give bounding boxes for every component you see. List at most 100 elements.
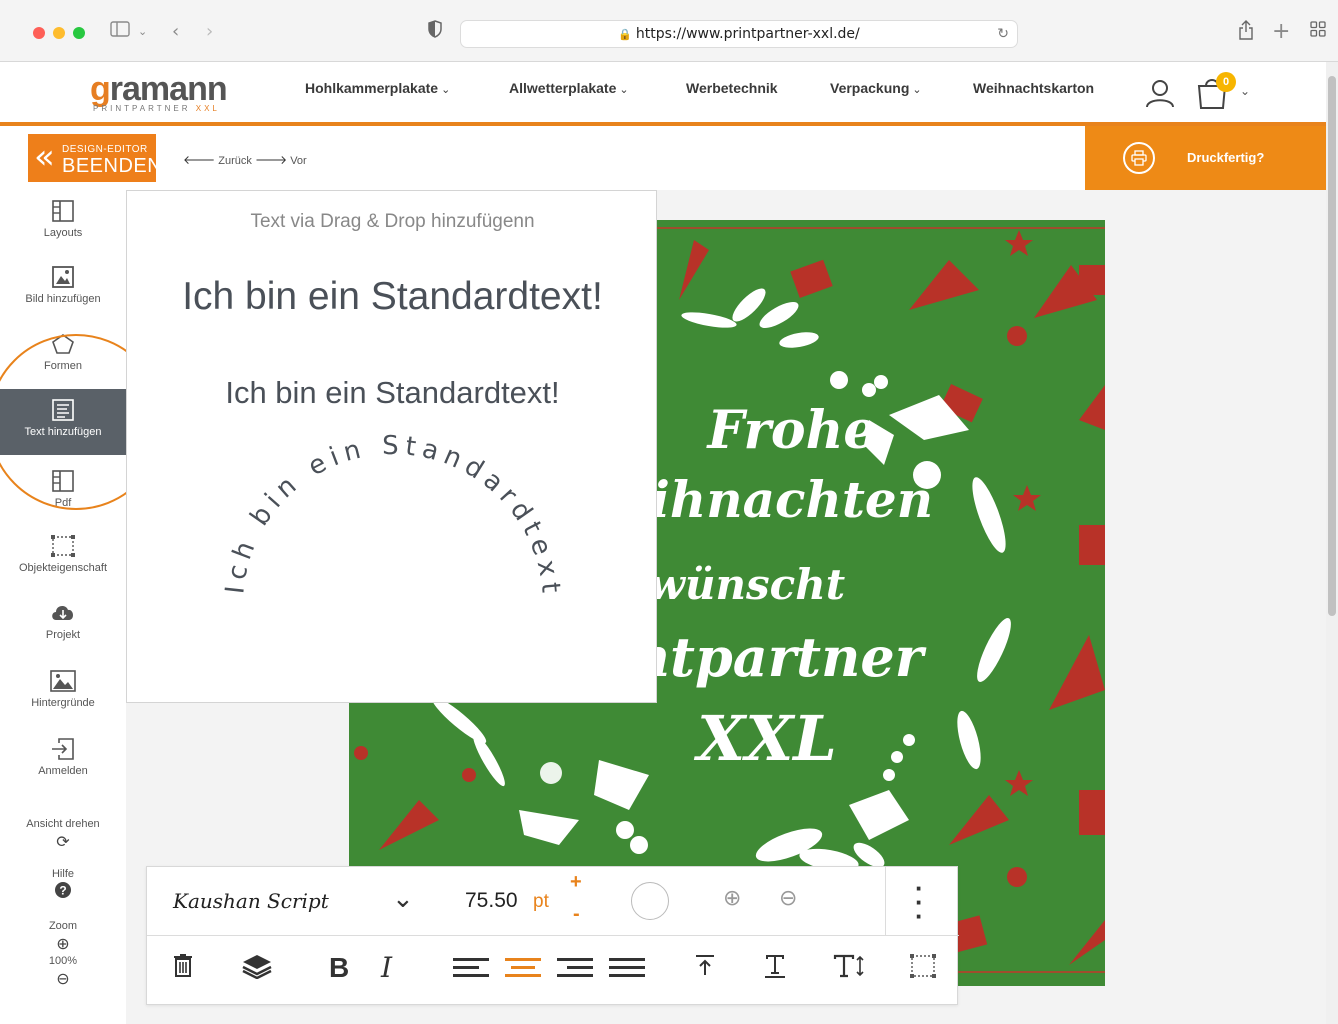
minimize-window-button[interactable]	[53, 27, 65, 39]
font-size-increase-button[interactable]: +	[570, 871, 582, 894]
sidebar-item-layouts[interactable]: Layouts	[0, 190, 126, 256]
card-line-5[interactable]: XXL	[349, 702, 1105, 775]
more-options-icon[interactable]: · · ·	[915, 875, 924, 929]
sidebar-toggle-icon[interactable]	[110, 20, 130, 44]
redo-button[interactable]: Vor	[290, 155, 307, 167]
font-settings-row: Kaushan Script ⌄ 75.50 pt + - ⊕ ⊖ · · ·	[147, 867, 959, 936]
layers-button[interactable]	[241, 953, 273, 985]
delete-button[interactable]	[173, 953, 193, 983]
italic-button[interactable]: I	[381, 953, 392, 983]
print-ready-button[interactable]: Druckfertig?	[1085, 126, 1326, 190]
font-size-unit: pt	[533, 891, 549, 912]
align-center-icon	[505, 953, 541, 982]
align-right-button[interactable]	[557, 953, 593, 988]
font-size-decrease-button[interactable]: -	[573, 903, 580, 926]
layers-icon	[242, 955, 272, 980]
close-window-button[interactable]	[33, 27, 45, 39]
zoom-value: 100%	[48, 955, 78, 967]
chevron-down-icon: ⌄	[441, 84, 451, 96]
zoom-in-icon[interactable]: ⊕	[0, 934, 126, 953]
login-icon	[50, 738, 76, 762]
page-scrollbar[interactable]	[1326, 62, 1338, 1024]
sidebar-item-text-hinzufuegen[interactable]: Text hinzufügen	[0, 389, 126, 455]
zoom-control: Zoom ⊕ 100% ⊖	[0, 920, 126, 988]
chevron-down-icon: ⌄	[619, 84, 629, 96]
undo-icon[interactable]: 🡐	[183, 153, 215, 167]
sidebar-item-formen[interactable]: Formen	[0, 323, 126, 389]
bounding-box-button[interactable]	[909, 953, 937, 985]
browser-toolbar: ⌄ ‹ › 🔒 https://www.printpartner-xxl.de/ …	[0, 0, 1338, 62]
address-bar[interactable]: 🔒 https://www.printpartner-xxl.de/ ↻	[460, 20, 1018, 48]
help-button[interactable]: Hilfe ?	[0, 868, 126, 902]
site-header: ggramannramann PRINTPARTNER XXL Hohlkamm…	[0, 62, 1326, 123]
align-center-button[interactable]	[505, 953, 541, 988]
align-left-button[interactable]	[453, 953, 489, 988]
text-template-medium[interactable]: Ich bin ein Standardtext!	[127, 375, 658, 411]
sidebar-item-objekteigenschaft[interactable]: Objekteigenschaft	[0, 525, 126, 591]
undo-redo-group: 🡐 Zurück 🡒 Vor	[183, 152, 307, 167]
bold-button[interactable]: B	[329, 953, 349, 983]
text-size-button[interactable]	[833, 953, 865, 985]
redo-icon[interactable]: 🡒	[255, 153, 287, 167]
font-family-select[interactable]: Kaushan Script	[173, 889, 329, 913]
editor-sidebar: Layouts Bild hinzufügen Formen Text hinz…	[0, 190, 126, 1024]
chevron-down-icon: ⌄	[912, 84, 922, 96]
align-justify-icon	[609, 953, 645, 982]
text-height-button[interactable]	[763, 953, 787, 985]
print-ready-label: Druckfertig?	[1187, 150, 1265, 165]
exit-design-editor-button[interactable]: « DESIGN-EDITOR BEENDEN	[28, 134, 162, 182]
site-logo[interactable]: ggramannramann PRINTPARTNER XXL	[90, 70, 228, 113]
text-color-picker[interactable]	[631, 882, 669, 920]
align-right-icon	[557, 953, 593, 982]
chevron-down-icon[interactable]: ⌄	[138, 20, 147, 44]
zoom-in-icon[interactable]: ⊕	[723, 886, 741, 911]
font-size-value[interactable]: 75.50	[465, 889, 518, 913]
sidebar-item-anmelden[interactable]: Anmelden	[0, 728, 126, 794]
reload-icon[interactable]: ↻	[997, 21, 1009, 47]
sidebar-item-pdf[interactable]: Pdf	[0, 460, 126, 510]
rotate-view-button[interactable]: Ansicht drehen ⟳	[0, 818, 126, 851]
undo-button[interactable]: Zurück	[218, 155, 252, 167]
sidebar-item-projekt[interactable]: Projekt	[0, 592, 126, 658]
drag-drop-hint: Text via Drag & Drop hinzufügenn	[250, 211, 535, 232]
double-chevron-left-icon: «	[34, 137, 55, 177]
svg-text:?: ?	[59, 884, 66, 898]
logo-wordmark: ggramannramann	[90, 70, 228, 108]
sidebar-item-bild-hinzufuegen[interactable]: Bild hinzufügen	[0, 256, 126, 322]
cart-count-badge: 0	[1216, 72, 1236, 92]
background-icon	[50, 670, 76, 694]
scrollbar-thumb[interactable]	[1328, 76, 1336, 616]
user-icon[interactable]	[1145, 78, 1175, 108]
align-justify-button[interactable]	[609, 953, 645, 988]
chevron-down-icon[interactable]: ⌄	[1240, 84, 1250, 98]
lock-icon: 🔒	[618, 28, 632, 41]
shield-icon[interactable]	[428, 20, 442, 45]
share-icon[interactable]	[1238, 20, 1254, 47]
align-top-icon	[696, 955, 714, 975]
nav-weihnachtskarton[interactable]: Weihnachtskarton	[973, 80, 1094, 96]
text-template-arc[interactable]: Ich bin ein Standardtext!	[213, 429, 573, 609]
nav-allwetterplakate[interactable]: Allwetterplakate ⌄	[509, 80, 629, 96]
new-tab-icon[interactable]: +	[1272, 20, 1290, 44]
text-height-icon	[765, 955, 785, 978]
nav-verpackung[interactable]: Verpackung ⌄	[830, 80, 922, 96]
text-properties-toolbar: Kaushan Script ⌄ 75.50 pt + - ⊕ ⊖ · · · B …	[146, 866, 959, 1005]
divider	[885, 867, 886, 936]
printer-icon	[1123, 142, 1155, 174]
zoom-out-icon[interactable]: ⊖	[779, 886, 797, 911]
nav-werbetechnik[interactable]: Werbetechnik	[686, 80, 778, 96]
chevron-down-icon[interactable]: ⌄	[392, 884, 414, 914]
zoom-window-button[interactable]	[73, 27, 85, 39]
cloud-icon	[50, 602, 76, 626]
valign-top-button[interactable]	[693, 953, 717, 983]
text-template-large[interactable]: Ich bin ein Standardtext!	[127, 275, 658, 319]
forward-icon[interactable]: ›	[206, 20, 213, 44]
sidebar-item-hintergruende[interactable]: Hintergründe	[0, 660, 126, 726]
text-templates-panel: Text via Drag & Drop hinzufügenn Ich bin…	[126, 190, 657, 703]
rotate-icon: ⟳	[56, 832, 70, 851]
tab-overview-icon[interactable]	[1310, 20, 1326, 44]
nav-hohlkammerplakate[interactable]: Hohlkammerplakate ⌄	[305, 80, 450, 96]
logo-tagline: PRINTPARTNER XXL	[93, 104, 220, 113]
back-icon[interactable]: ‹	[172, 20, 179, 44]
zoom-out-icon[interactable]: ⊖	[0, 969, 126, 988]
